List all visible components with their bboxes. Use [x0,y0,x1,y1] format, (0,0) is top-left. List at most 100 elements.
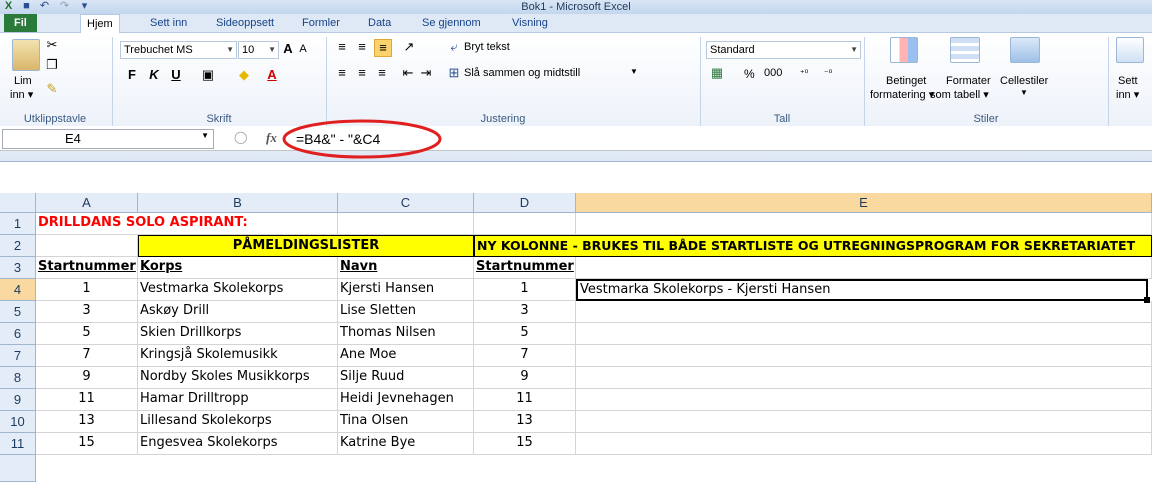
conditional-formatting-label[interactable]: Betinget [886,75,926,87]
wrap-text-button[interactable]: Bryt tekst [464,41,510,53]
row-header[interactable]: 6 [0,323,36,345]
column-header-d[interactable]: D [474,193,576,213]
cell-e7[interactable] [576,345,1152,367]
cell-a4[interactable]: 1 [36,279,138,301]
font-size-combo[interactable]: 10 ▼ [238,41,279,59]
number-format-combo[interactable]: Standard ▼ [706,41,861,59]
percent-button[interactable]: % [744,67,755,81]
font-color-icon[interactable]: A [264,67,280,83]
cell-c7[interactable]: Ane Moe [338,345,474,367]
column-header-e[interactable]: E [576,193,1152,213]
cell-styles-icon[interactable] [1010,37,1040,63]
borders-icon[interactable]: ▣ [200,67,216,83]
align-middle-icon[interactable]: ≡ [354,39,370,55]
cell-e3[interactable] [576,257,1152,279]
tab-home[interactable]: Hjem [80,14,120,33]
orientation-icon[interactable]: ↗ [400,39,418,55]
cell-a8[interactable]: 9 [36,367,138,389]
row-header[interactable] [0,455,36,482]
cell-e1[interactable] [576,213,1152,235]
align-top-icon[interactable]: ≡ [334,39,350,55]
decrease-decimal-icon[interactable]: ⁻⁰ [818,65,838,81]
paste-icon[interactable] [12,39,40,71]
cell-b6[interactable]: Skien Drillkorps [138,323,338,345]
cell-c6[interactable]: Thomas Nilsen [338,323,474,345]
cell-b4[interactable]: Vestmarka Skolekorps [138,279,338,301]
row-header[interactable]: 7 [0,345,36,367]
cell-a3[interactable]: Startnummer [36,257,138,279]
align-center-icon[interactable]: ≡ [354,65,370,81]
tab-insert[interactable]: Sett inn [144,14,193,32]
row-header[interactable]: 9 [0,389,36,411]
insert-cells-label-2[interactable]: inn ▾ [1116,88,1139,101]
align-right-icon[interactable]: ≡ [374,65,390,81]
column-header-a[interactable]: A [36,193,138,213]
row-header[interactable]: 10 [0,411,36,433]
increase-indent-icon[interactable]: ⇥ [418,65,434,81]
row-header[interactable]: 8 [0,367,36,389]
merge-center-button[interactable]: Slå sammen og midtstill [464,67,580,79]
paste-button-label[interactable]: Lim [14,75,32,87]
thousands-button[interactable]: 000 [764,67,782,79]
cell-b5[interactable]: Askøy Drill [138,301,338,323]
row-header[interactable]: 3 [0,257,36,279]
copy-icon[interactable]: ❐ [44,57,60,73]
cell-e10[interactable] [576,411,1152,433]
shrink-font-icon[interactable]: A [296,41,310,57]
cut-icon[interactable]: ✂ [44,37,60,53]
tab-page-layout[interactable]: Sideoppsett [210,14,280,32]
paste-button-label-2[interactable]: inn ▾ [10,88,33,101]
merge-center-icon[interactable]: ⊞ [446,65,462,81]
cell-b9[interactable]: Hamar Drilltropp [138,389,338,411]
cell-e11[interactable] [576,433,1152,455]
cell-b2-merged[interactable]: PÅMELDINGSLISTER [138,235,474,257]
cell-d7[interactable]: 7 [474,345,576,367]
underline-button[interactable]: U [168,67,184,83]
cell-c10[interactable]: Tina Olsen [338,411,474,433]
cell-d4[interactable]: 1 [474,279,576,301]
bold-button[interactable]: F [124,67,140,83]
format-painter-icon[interactable]: ✎ [44,81,60,97]
cell-a7[interactable]: 7 [36,345,138,367]
cell-c3[interactable]: Navn [338,257,474,279]
row-header[interactable]: 5 [0,301,36,323]
row-header[interactable]: 4 [0,279,36,301]
select-all-corner[interactable] [0,193,36,213]
cell-c4[interactable]: Kjersti Hansen [338,279,474,301]
dropdown-arrow-icon[interactable]: ▼ [1020,88,1028,97]
align-left-icon[interactable]: ≡ [334,65,350,81]
cell-c5[interactable]: Lise Sletten [338,301,474,323]
cell-d11[interactable]: 15 [474,433,576,455]
tab-view[interactable]: Visning [506,14,554,32]
conditional-formatting-icon[interactable] [890,37,918,63]
cell-a9[interactable]: 11 [36,389,138,411]
cell-e6[interactable] [576,323,1152,345]
cell-d2-merged[interactable]: NY KOLONNE - BRUKES TIL BÅDE STARTLISTE … [474,235,1152,257]
cell-d6[interactable]: 5 [474,323,576,345]
row-header[interactable]: 11 [0,433,36,455]
insert-cells-label[interactable]: Sett [1118,75,1138,87]
decrease-indent-icon[interactable]: ⇤ [400,65,416,81]
cell-c1[interactable] [338,213,474,235]
tab-data[interactable]: Data [362,14,397,32]
cell-a1[interactable]: DRILLDANS SOLO ASPIRANT: [36,213,248,235]
insert-cells-icon[interactable] [1116,37,1144,63]
increase-decimal-icon[interactable]: ⁺⁰ [794,65,814,81]
cell-d10[interactable]: 13 [474,411,576,433]
italic-button[interactable]: K [146,67,162,83]
wrap-text-icon[interactable]: ⤶ [446,39,462,55]
cell-a6[interactable]: 5 [36,323,138,345]
cell-b1[interactable] [138,213,338,235]
cell-e9[interactable] [576,389,1152,411]
row-header[interactable]: 2 [0,235,36,257]
cell-d8[interactable]: 9 [474,367,576,389]
cell-d5[interactable]: 3 [474,301,576,323]
cell-e5[interactable] [576,301,1152,323]
align-bottom-icon[interactable]: ≡ [374,39,392,57]
tab-review[interactable]: Se gjennom [416,14,487,32]
insert-function-icon[interactable]: fx [266,130,277,146]
cell-c9[interactable]: Heidi Jevnehagen [338,389,474,411]
cell-a11[interactable]: 15 [36,433,138,455]
cell-d9[interactable]: 11 [474,389,576,411]
cell-styles-label[interactable]: Cellestiler [1000,75,1048,87]
